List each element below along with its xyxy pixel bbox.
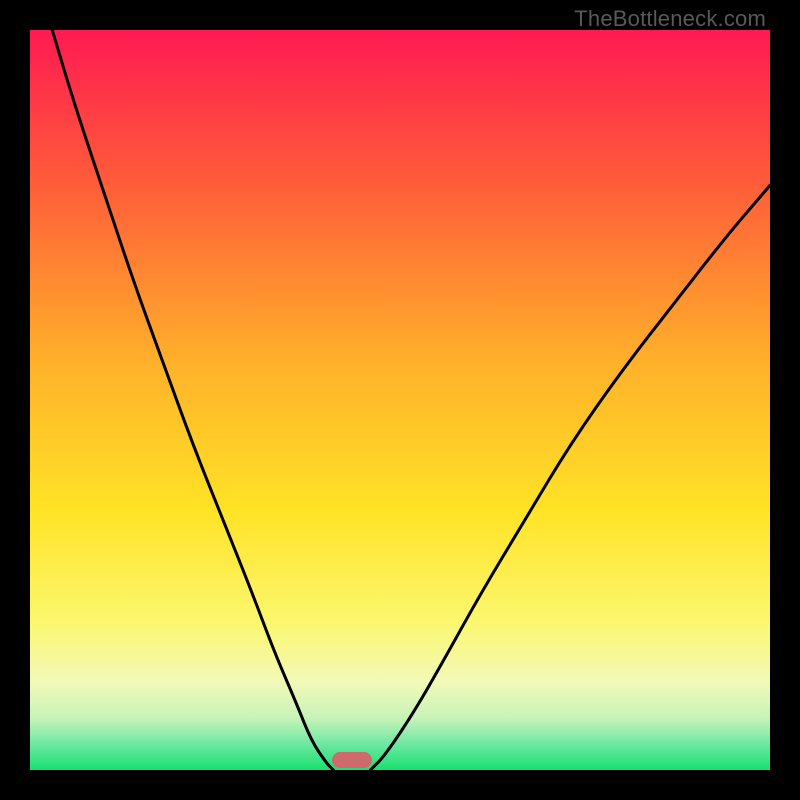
watermark-text: TheBottleneck.com	[574, 6, 766, 32]
left-curve-path	[52, 30, 333, 770]
curve-layer	[30, 30, 770, 770]
plot-area	[30, 30, 770, 770]
minimum-marker	[332, 752, 373, 768]
chart-frame: TheBottleneck.com	[0, 0, 800, 800]
right-curve-path	[370, 185, 770, 770]
